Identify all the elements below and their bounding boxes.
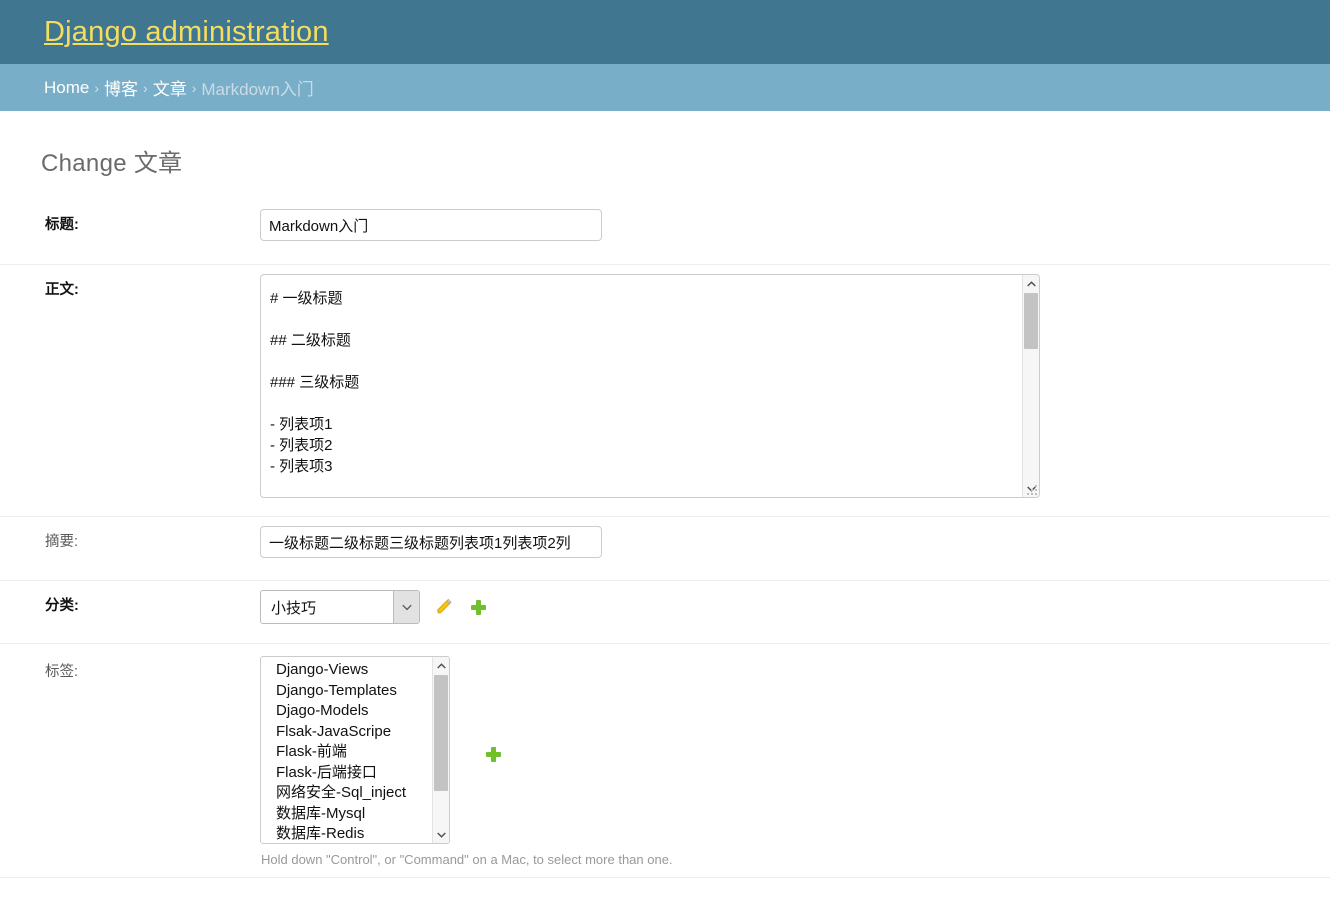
body-textarea[interactable]: # 一级标题 ## 二级标题 ### 三级标题 - 列表项1 - 列表项2 - … bbox=[260, 274, 1040, 498]
category-select[interactable]: 小技巧 bbox=[260, 590, 420, 624]
label-body: 正文: bbox=[45, 282, 79, 298]
tags-option[interactable]: 数据库-Redis bbox=[261, 824, 432, 843]
chevron-down-icon bbox=[1026, 486, 1036, 492]
tags-option[interactable]: Django-Views bbox=[261, 660, 432, 681]
tags-scroll-thumb[interactable] bbox=[434, 675, 448, 791]
plus-icon bbox=[485, 746, 501, 762]
plus-icon bbox=[470, 599, 486, 615]
breadcrumb-separator: › bbox=[143, 79, 148, 96]
field-body: # 一级标题 ## 二级标题 ### 三级标题 - 列表项1 - 列表项2 - … bbox=[260, 265, 1330, 508]
edit-category-button[interactable] bbox=[434, 597, 454, 617]
admin-header: Django administration bbox=[0, 0, 1330, 64]
tags-option[interactable]: Flask-后端接口 bbox=[261, 763, 432, 784]
label-tags: 标签: bbox=[45, 664, 79, 680]
tags-option[interactable]: 数据库-Mysql bbox=[261, 804, 432, 825]
breadcrumb-item-article[interactable]: 文章 bbox=[153, 75, 187, 100]
category-select-arrow[interactable] bbox=[393, 591, 419, 623]
tags-help-text: Hold down "Control", or "Command" on a M… bbox=[261, 852, 673, 867]
field-title bbox=[260, 200, 1330, 251]
tags-option[interactable]: Flask-前端 bbox=[261, 742, 432, 763]
tags-option[interactable]: 网络安全-Sql_inject bbox=[261, 783, 432, 804]
field-tags: Django-Views Django-Templates Djago-Models… bbox=[260, 644, 1330, 877]
site-title-link[interactable]: Django administration bbox=[44, 17, 329, 47]
label-title: 标题: bbox=[45, 217, 79, 233]
tags-scroll-up-icon[interactable] bbox=[433, 657, 449, 674]
chevron-up-icon bbox=[436, 662, 446, 668]
add-tag-button[interactable] bbox=[483, 744, 503, 764]
form-row-spacer bbox=[0, 878, 1330, 908]
add-category-button[interactable] bbox=[468, 597, 488, 617]
chevron-up-icon bbox=[1026, 280, 1036, 286]
breadcrumb-item-blog[interactable]: 博客 bbox=[104, 75, 138, 100]
breadcrumb-item-home[interactable]: Home bbox=[44, 78, 89, 98]
tags-scrollbar[interactable] bbox=[432, 657, 449, 843]
form-row-summary: 摘要: bbox=[0, 517, 1330, 581]
form-row-tags: 标签: Django-Views Django-Templates Djago-Mo… bbox=[0, 644, 1330, 878]
breadcrumb-separator: › bbox=[94, 79, 100, 96]
form-row-body: 正文: # 一级标题 ## 二级标题 ### 三级标题 - 列表项1 - 列表项… bbox=[0, 265, 1330, 517]
title-input[interactable] bbox=[260, 209, 602, 241]
content-area: Change 文章 标题: 正文: # 一级标题 ## 二级标题 ### 三级标… bbox=[0, 111, 1330, 908]
scroll-up-icon[interactable] bbox=[1023, 275, 1039, 292]
body-textarea-content[interactable]: # 一级标题 ## 二级标题 ### 三级标题 - 列表项1 - 列表项2 - … bbox=[261, 275, 1022, 497]
change-article-form: 标题: 正文: # 一级标题 ## 二级标题 ### 三级标题 - 列表项1 -… bbox=[0, 200, 1330, 908]
pencil-icon bbox=[437, 598, 452, 614]
tags-option[interactable]: Djago-Models bbox=[261, 701, 432, 722]
body-scroll-thumb[interactable] bbox=[1024, 293, 1038, 349]
form-row-category: 分类: 小技巧 bbox=[0, 581, 1330, 644]
chevron-down-icon bbox=[401, 604, 412, 610]
breadcrumb: Home › 博客 › 文章 › Markdown入门 bbox=[0, 64, 1330, 111]
scroll-down-icon[interactable] bbox=[1023, 480, 1039, 497]
body-textarea-scrollbar[interactable] bbox=[1022, 275, 1039, 497]
field-summary bbox=[260, 517, 1330, 568]
summary-input[interactable] bbox=[260, 526, 602, 558]
category-select-value: 小技巧 bbox=[271, 599, 317, 617]
breadcrumb-separator: › bbox=[191, 79, 197, 96]
page-title: Change 文章 bbox=[41, 150, 183, 177]
tags-option-list[interactable]: Django-Views Django-Templates Djago-Models… bbox=[261, 657, 432, 843]
chevron-down-icon bbox=[436, 832, 446, 838]
tags-multiselect[interactable]: Django-Views Django-Templates Djago-Models… bbox=[260, 656, 450, 844]
breadcrumb-item-current: Markdown入门 bbox=[201, 80, 314, 99]
field-category: 小技巧 bbox=[260, 581, 1330, 634]
form-row-title: 标题: bbox=[0, 200, 1330, 265]
tags-option[interactable]: Django-Templates bbox=[261, 681, 432, 702]
label-summary: 摘要: bbox=[45, 534, 79, 550]
tags-scroll-down-icon[interactable] bbox=[433, 826, 449, 843]
label-category: 分类: bbox=[45, 598, 79, 614]
tags-option[interactable]: Flsak-JavaScripe bbox=[261, 722, 432, 743]
